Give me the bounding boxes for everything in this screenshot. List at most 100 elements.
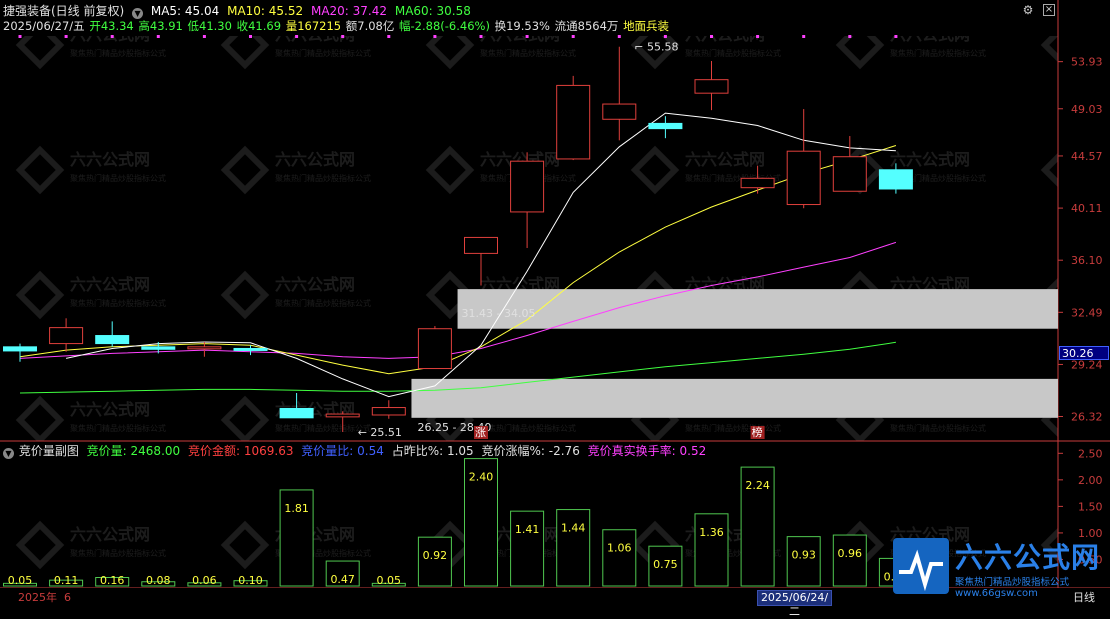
month-label: 6 xyxy=(64,591,71,604)
close-label: 收41.69 xyxy=(236,19,282,33)
signal-dot xyxy=(663,35,667,38)
volume-value-label: 2.40 xyxy=(469,471,494,484)
price-zone xyxy=(457,289,1058,329)
cursor-date: 2025/06/24/二 xyxy=(757,590,832,618)
stock-chart-window: 六六公式网 聚焦热门精品炒股指标公式 0.05 0.11 0.16 0.08 0.06 0… xyxy=(0,0,1110,618)
price-tick-label: 36.10 xyxy=(1071,254,1103,267)
price-tick-label: 32.49 xyxy=(1071,306,1103,319)
volume-value-label: 0.10 xyxy=(238,574,263,587)
volume-tick-label: 2.00 xyxy=(1078,474,1103,487)
volume-tick-label: 2.50 xyxy=(1078,447,1103,460)
watermark-brand: 六六公式网 xyxy=(955,541,1101,574)
ma20-label: MA20: 37.42 xyxy=(310,4,388,18)
extreme-label: ⌐ 55.58 xyxy=(634,41,678,54)
ma5-label: MA5: 45.04 xyxy=(150,4,220,18)
volume-value-label: 0.05 xyxy=(377,574,402,587)
signal-dot xyxy=(894,35,898,38)
marker-text: 涨 xyxy=(475,426,486,439)
volume-value-label: 0.47 xyxy=(330,573,355,586)
volume-label: 量167215 xyxy=(285,19,342,33)
candle-body xyxy=(141,346,176,350)
current-price-tag: 30.26 xyxy=(1059,346,1109,360)
concept-label[interactable]: 地面兵装 xyxy=(623,19,669,33)
candle-body xyxy=(740,177,775,189)
volume-value-label: 0.08 xyxy=(146,574,171,587)
volume-value-label: 0.06 xyxy=(192,574,217,587)
watermark-url: www.66gsw.com xyxy=(955,588,1038,599)
candle-body xyxy=(464,236,498,254)
signal-dot xyxy=(387,35,391,38)
indicator-legend: ▼ 竞价量副图 竞价量: 2468.00 竞价金额: 1069.63 竞价量比:… xyxy=(3,443,710,459)
auction-prev-ratio: 占昨比%: 1.05 xyxy=(391,444,474,458)
open-label: 开43.34 xyxy=(89,19,134,33)
candle-body xyxy=(371,407,406,416)
header-row-1: 捷强装备(日线 前复权) ▼ MA5: 45.04 MA10: 45.52 MA… xyxy=(3,3,475,19)
volume-value-label: 0.16 xyxy=(100,574,125,587)
candle-body xyxy=(95,335,130,345)
volume-value-label: 0.75 xyxy=(653,558,678,571)
marker-text: 榜 xyxy=(752,425,763,439)
price-tick-label: 53.93 xyxy=(1071,56,1103,69)
candle-body xyxy=(786,150,821,206)
volume-value-label: 0.93 xyxy=(791,549,816,562)
indicator-title: 竞价量副图 xyxy=(18,444,79,458)
signal-dot xyxy=(571,35,575,38)
extreme-label: ← 25.51 xyxy=(358,426,402,439)
volume-value-label: 0.96 xyxy=(838,547,863,560)
ma10-label: MA10: 45.52 xyxy=(227,4,304,18)
candle-body xyxy=(556,84,591,160)
signal-dot xyxy=(710,35,713,38)
high-label: 高43.91 xyxy=(138,19,183,33)
candle-body xyxy=(233,347,268,351)
candle-body xyxy=(648,122,683,130)
header-row-2: 2025/06/27/五 开43.34 高43.91 低41.30 收41.69… xyxy=(3,18,673,34)
amount-label: 额7.08亿 xyxy=(345,19,395,33)
signal-dot xyxy=(156,35,160,38)
signal-dot xyxy=(64,35,68,38)
signal-dot xyxy=(110,35,114,38)
indicator-dropdown-icon[interactable]: ▼ xyxy=(3,448,14,459)
volume-value-label: 1.81 xyxy=(284,502,309,515)
auction-ratio: 竞价量比: 0.54 xyxy=(301,444,384,458)
stock-name: 捷强装备(日线 前复权) xyxy=(3,4,125,18)
settings-icon[interactable]: ⚙ xyxy=(1022,4,1034,16)
signal-dot xyxy=(802,35,806,38)
change-label: 幅-2.88(-6.46%) xyxy=(399,19,490,33)
volume-value-label: 1.36 xyxy=(699,526,724,539)
price-tick-label: 40.11 xyxy=(1071,202,1103,215)
auction-pct: 竞价涨幅%: -2.76 xyxy=(481,444,580,458)
candle-body xyxy=(417,328,452,370)
watermark-slogan: 聚焦热门精品炒股指标公式 xyxy=(955,577,1070,588)
candle-body xyxy=(832,156,867,192)
watermark-logo: 六六公式网 聚焦热门精品炒股指标公式 www.66gsw.com xyxy=(893,534,1110,606)
signal-dot xyxy=(479,35,483,38)
volume-value-label: 2.24 xyxy=(745,479,770,492)
candle-body xyxy=(694,79,729,94)
candle-body xyxy=(878,169,913,190)
chart-canvas[interactable]: 六六公式网 聚焦热门精品炒股指标公式 0.05 0.11 0.16 0.08 0.06 0… xyxy=(0,0,1110,609)
signal-dot xyxy=(295,35,299,38)
volume-bar xyxy=(694,513,729,587)
turnover-label: 换19.53% xyxy=(494,19,550,33)
volume-value-label: 0.11 xyxy=(54,574,79,587)
signal-dot xyxy=(202,35,206,38)
candle-body xyxy=(279,407,314,419)
zone-label: 31.43 - 34.05 xyxy=(462,307,536,320)
close-icon[interactable]: × xyxy=(1043,4,1055,16)
volume-value-label: 0.92 xyxy=(423,549,448,562)
volume-value-label: 1.41 xyxy=(515,523,540,536)
price-tick-label: 49.03 xyxy=(1071,103,1103,116)
float-label: 流通8564万 xyxy=(554,19,619,33)
candle-body xyxy=(49,327,84,345)
signal-dot xyxy=(341,35,345,38)
auction-volume: 竞价量: 2468.00 xyxy=(86,444,181,458)
candle-body xyxy=(510,160,545,213)
auction-amount: 竞价金额: 1069.63 xyxy=(187,444,294,458)
candle-body xyxy=(187,346,222,350)
low-label: 低41.30 xyxy=(187,19,232,33)
price-tick-label: 26.32 xyxy=(1071,410,1103,423)
signal-dot xyxy=(848,35,852,38)
volume-value-label: 1.44 xyxy=(561,522,586,535)
candle-body xyxy=(602,103,637,120)
date-label: 2025/06/27/五 xyxy=(3,19,85,33)
